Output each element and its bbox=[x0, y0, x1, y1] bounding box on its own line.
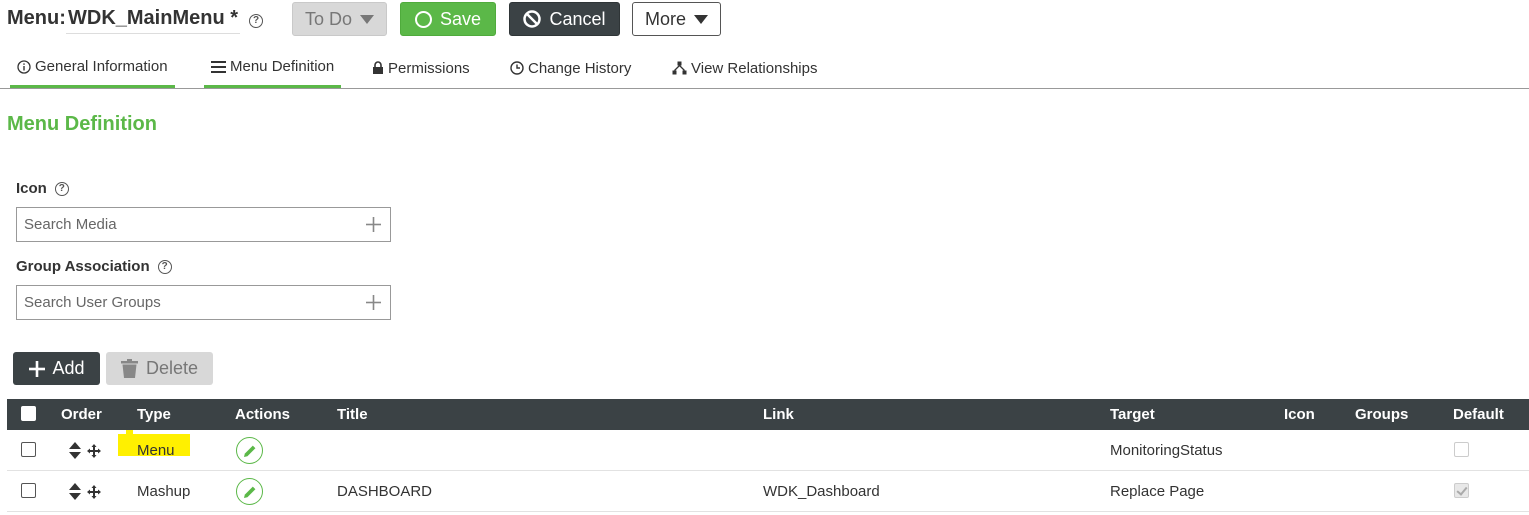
table-row[interactable]: Menu MonitoringStatus bbox=[7, 430, 1529, 471]
chevron-down-icon bbox=[694, 14, 708, 24]
column-header-actions[interactable]: Actions bbox=[235, 406, 290, 423]
column-header-default[interactable]: Default bbox=[1453, 406, 1504, 423]
row-type: Menu bbox=[137, 442, 175, 459]
order-controls bbox=[69, 483, 101, 500]
column-header-type[interactable]: Type bbox=[137, 406, 171, 423]
page-header: Menu: WDK_MainMenu * ? To Do Save Cancel… bbox=[0, 0, 1529, 40]
menu-name-text: WDK_MainMenu * bbox=[68, 7, 238, 29]
todo-button[interactable]: To Do bbox=[292, 2, 387, 36]
add-button[interactable]: Add bbox=[13, 352, 100, 385]
icon-label-text: Icon bbox=[16, 180, 47, 197]
menu-name-field[interactable]: WDK_MainMenu * bbox=[63, 7, 240, 34]
delete-button[interactable]: Delete bbox=[106, 352, 213, 385]
lock-icon bbox=[373, 61, 383, 74]
tab-label: Permissions bbox=[388, 59, 470, 77]
default-checkbox[interactable] bbox=[1454, 483, 1469, 498]
search-media-field bbox=[16, 207, 391, 242]
row-checkbox[interactable] bbox=[21, 483, 36, 498]
chevron-down-icon bbox=[360, 14, 375, 24]
row-link: WDK_Dashboard bbox=[763, 483, 880, 500]
more-label: More bbox=[644, 8, 686, 29]
info-icon bbox=[17, 59, 31, 74]
relationships-icon bbox=[672, 61, 687, 75]
save-label: Save bbox=[439, 8, 482, 29]
add-label: Add bbox=[52, 358, 85, 378]
todo-label: To Do bbox=[304, 8, 353, 29]
tab-bar: General Information Menu Definition Perm… bbox=[0, 48, 1529, 89]
table-header: Order Type Actions Title Link Target Ico… bbox=[7, 399, 1529, 430]
order-controls bbox=[69, 442, 101, 459]
tab-label: Menu Definition bbox=[230, 58, 335, 75]
row-checkbox[interactable] bbox=[21, 442, 36, 457]
more-button[interactable]: More bbox=[632, 2, 721, 36]
search-user-groups-field bbox=[16, 285, 391, 320]
group-association-label: Group Association ? bbox=[16, 258, 172, 275]
select-all-checkbox[interactable] bbox=[21, 406, 36, 421]
pencil-icon bbox=[243, 486, 255, 498]
search-media-input[interactable] bbox=[17, 208, 357, 241]
sort-icon[interactable] bbox=[69, 442, 81, 459]
column-header-groups[interactable]: Groups bbox=[1355, 406, 1408, 423]
cancel-button[interactable]: Cancel bbox=[509, 2, 620, 36]
edit-button[interactable] bbox=[236, 437, 263, 464]
row-type: Mashup bbox=[137, 483, 191, 500]
column-header-order[interactable]: Order bbox=[61, 406, 102, 423]
ban-icon bbox=[523, 10, 542, 28]
trash-icon bbox=[120, 359, 138, 378]
title-label: Menu: bbox=[7, 7, 66, 29]
column-header-target[interactable]: Target bbox=[1110, 406, 1155, 423]
list-icon bbox=[211, 60, 226, 73]
tab-view-relationships[interactable]: View Relationships bbox=[665, 48, 824, 88]
plus-icon bbox=[29, 360, 46, 377]
cancel-label: Cancel bbox=[549, 8, 606, 29]
plus-icon[interactable] bbox=[365, 216, 382, 233]
row-target: MonitoringStatus bbox=[1110, 442, 1223, 459]
delete-label: Delete bbox=[145, 358, 199, 378]
row-target: Replace Page bbox=[1110, 483, 1205, 500]
edit-button[interactable] bbox=[236, 478, 263, 505]
plus-icon[interactable] bbox=[365, 294, 382, 311]
table-row[interactable]: Mashup DASHBOARD WDK_Dashboard Replace P… bbox=[7, 471, 1529, 512]
tab-label: View Relationships bbox=[691, 59, 818, 77]
move-icon[interactable] bbox=[87, 484, 101, 499]
circle-icon bbox=[414, 10, 432, 28]
section-title: Menu Definition bbox=[7, 113, 157, 135]
pencil-icon bbox=[243, 445, 255, 457]
tab-general-information[interactable]: General Information bbox=[10, 48, 175, 88]
text-highlight bbox=[126, 430, 133, 438]
group-label-text: Group Association bbox=[16, 258, 150, 275]
column-header-link[interactable]: Link bbox=[763, 406, 794, 423]
sort-icon[interactable] bbox=[69, 483, 81, 500]
row-title: DASHBOARD bbox=[337, 483, 433, 500]
column-header-icon[interactable]: Icon bbox=[1284, 406, 1315, 423]
tab-label: Change History bbox=[528, 59, 632, 77]
help-icon[interactable]: ? bbox=[157, 259, 172, 274]
tab-menu-definition[interactable]: Menu Definition bbox=[204, 48, 342, 88]
menu-items-table: Order Type Actions Title Link Target Ico… bbox=[7, 399, 1529, 512]
column-header-title[interactable]: Title bbox=[337, 406, 368, 423]
icon-field-label: Icon ? bbox=[16, 180, 69, 197]
tab-label: General Information bbox=[35, 58, 168, 75]
search-user-groups-input[interactable] bbox=[17, 286, 357, 319]
clock-icon bbox=[510, 61, 524, 75]
default-checkbox[interactable] bbox=[1454, 442, 1469, 457]
help-icon[interactable]: ? bbox=[54, 181, 69, 196]
tab-change-history[interactable]: Change History bbox=[503, 48, 638, 88]
move-icon[interactable] bbox=[87, 443, 101, 458]
tab-permissions[interactable]: Permissions bbox=[365, 48, 477, 88]
save-button[interactable]: Save bbox=[400, 2, 496, 36]
help-icon[interactable]: ? bbox=[249, 14, 263, 28]
